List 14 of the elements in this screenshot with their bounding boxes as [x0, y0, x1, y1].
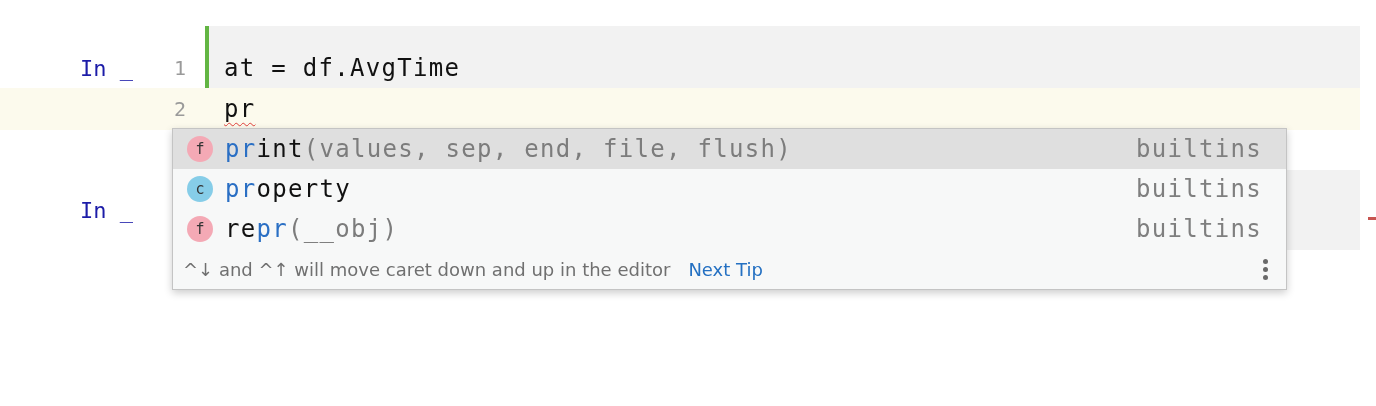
cell-prompt: In _	[80, 198, 133, 223]
code-line: at = df.AvgTime	[224, 54, 461, 82]
code-line: pr	[224, 95, 256, 123]
symbol-icon: c	[187, 176, 213, 202]
completion-item[interactable]: c property builtins	[173, 169, 1286, 209]
line-number: 1	[172, 56, 186, 80]
completion-item[interactable]: f print(values, sep, end, file, flush) builtins	[173, 129, 1286, 169]
cell-prompt: In _	[80, 55, 133, 81]
next-tip-link[interactable]: Next Tip	[688, 258, 763, 280]
symbol-icon: f	[187, 216, 213, 242]
tip-text: ^↓ and ^↑ will move caret down and up in the editor	[183, 258, 671, 280]
symbol-icon: f	[187, 136, 213, 162]
line-number: 2	[172, 97, 186, 121]
completion-item[interactable]: f repr(__obj) builtins	[173, 209, 1286, 249]
